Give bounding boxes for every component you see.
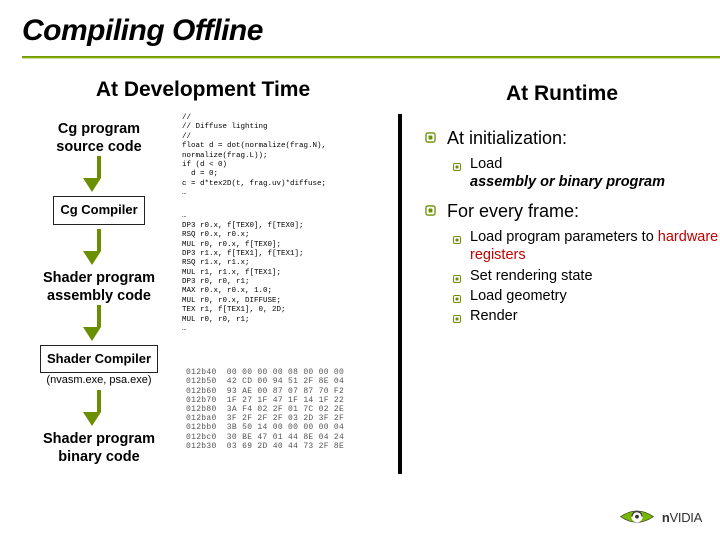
sub-bullet: Load geometry — [452, 287, 720, 305]
flow-box-source: Cg program source code — [56, 120, 141, 156]
bullet-icon — [452, 232, 462, 242]
flow-column: Cg program source code Cg Compiler Shade… — [20, 120, 178, 466]
bullet-icon — [452, 311, 462, 321]
sub-bullet: Render — [452, 307, 720, 325]
sub-bullet-text: Load geometry — [470, 287, 567, 305]
flow-box-assembly: Shader program assembly code — [43, 269, 155, 305]
arrow-icon — [90, 156, 108, 192]
arrow-icon — [90, 229, 108, 265]
bullet-icon — [452, 159, 462, 169]
right-column: At Runtime At initialization: Loadassemb… — [402, 78, 720, 540]
code-block-asm: … DP3 r0.x, f[TEX0], f[TEX0]; RSQ r0.x, … — [182, 212, 388, 334]
bullet-icon — [452, 291, 462, 301]
left-heading: At Development Time — [0, 78, 398, 102]
flow-box-binary: Shader program binary code — [43, 430, 155, 466]
code-block-cg: // // Diffuse lighting // float d = dot(… — [182, 114, 388, 198]
sub-bullet-text: Render — [470, 307, 518, 325]
code-column: // // Diffuse lighting // float d = dot(… — [182, 114, 388, 451]
flow-box-cg-compiler: Cg Compiler — [53, 196, 144, 224]
slide: Compiling Offline At Development Time Cg… — [0, 0, 720, 540]
bullet-list: At initialization: Loadassembly or binar… — [424, 128, 720, 325]
sub-bullet: Set rendering state — [452, 267, 720, 285]
nvidia-logo-text: nVIDIA — [662, 510, 702, 525]
bullet-label: At initialization: — [447, 128, 567, 149]
arrow-icon — [90, 305, 108, 341]
bullet-icon — [452, 271, 462, 281]
sub-bullet-text: Load program parameters to hardware regi… — [470, 228, 720, 264]
bullet-frame: For every frame: — [424, 201, 720, 222]
arrow-icon — [90, 390, 108, 426]
bullet-icon — [424, 204, 437, 217]
bullet-icon — [424, 131, 437, 144]
flow-box-shader-compiler: Shader Compiler — [40, 345, 158, 373]
bullet-label: For every frame: — [447, 201, 579, 222]
title-rule — [22, 56, 720, 59]
sub-bullet-text: Set rendering state — [470, 267, 593, 285]
sub-bullet: Loadassembly or binary program — [452, 155, 720, 191]
sub-bullet-text: Loadassembly or binary program — [470, 155, 665, 191]
slide-title: Compiling Offline — [22, 14, 720, 48]
sub-bullet: Load program parameters to hardware regi… — [452, 228, 720, 264]
flow-caption-tools: (nvasm.exe, psa.exe) — [46, 374, 151, 386]
nvidia-eye-icon — [618, 504, 656, 530]
right-heading: At Runtime — [424, 82, 720, 106]
bullet-init: At initialization: — [424, 128, 720, 149]
nvidia-logo: nVIDIA — [618, 504, 702, 530]
title-bar: Compiling Offline — [0, 0, 720, 59]
code-block-hex: 012b40 00 00 00 00 08 00 00 00 012b50 42… — [186, 368, 388, 451]
left-column: At Development Time Cg program source co… — [0, 78, 398, 540]
content-area: At Development Time Cg program source co… — [0, 78, 720, 540]
